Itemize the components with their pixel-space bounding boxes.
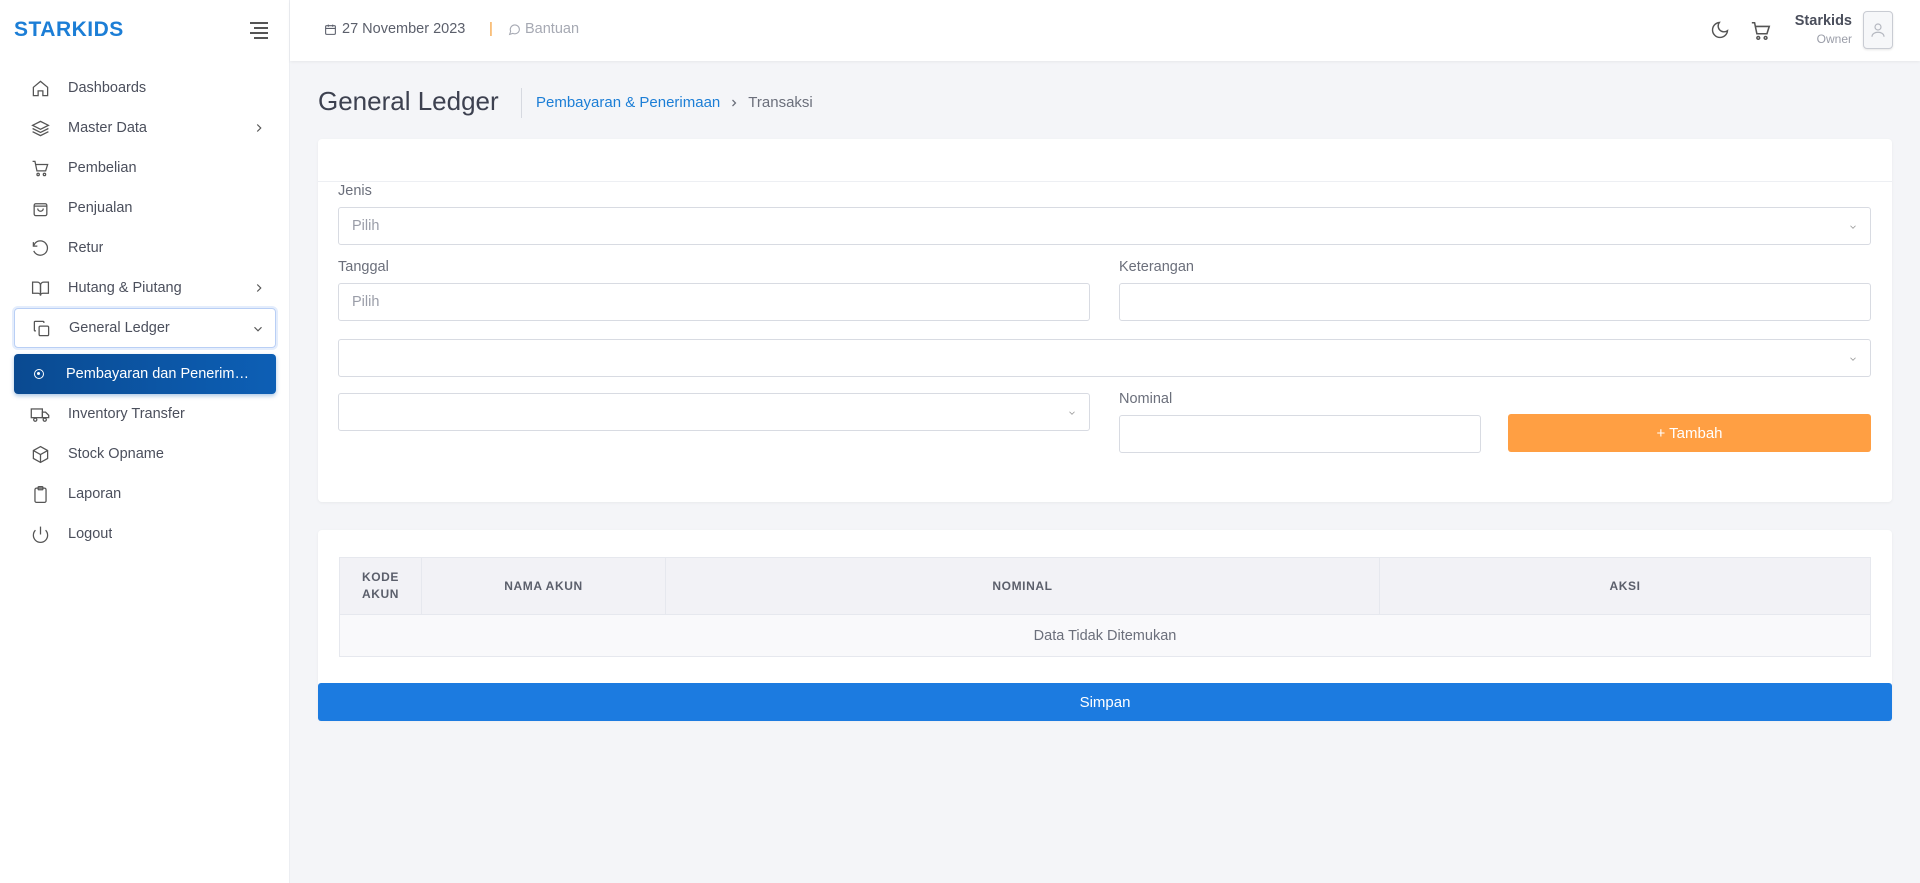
- home-icon: [30, 78, 50, 98]
- power-icon: [30, 524, 50, 544]
- chevron-right-icon: [256, 124, 262, 132]
- sidebar-item-laporan[interactable]: Laporan: [14, 474, 276, 514]
- top-bar: 27 November 2023 | Bantuan Starkids Owne…: [290, 0, 1920, 61]
- book-open-icon: [30, 278, 50, 298]
- chevron-down-icon: [1850, 357, 1856, 361]
- message-circle-icon: [508, 23, 520, 35]
- user-name: Starkids: [1794, 13, 1852, 29]
- sidebar-item-label: Logout: [68, 526, 113, 542]
- sidebar-item-label: Stock Opname: [68, 446, 164, 462]
- sidebar-item-label: General Ledger: [69, 320, 170, 336]
- akun-detail-select[interactable]: [338, 393, 1090, 431]
- sidebar-item-inventory-transfer[interactable]: Inventory Transfer: [14, 394, 276, 434]
- jenis-select[interactable]: Pilih: [338, 207, 1871, 245]
- tanggal-label: Tanggal: [338, 259, 389, 275]
- breadcrumb-current: Transaksi: [748, 94, 813, 111]
- user-icon: [1871, 23, 1885, 37]
- tanggal-input[interactable]: Pilih: [338, 283, 1090, 321]
- moon-icon[interactable]: [1710, 20, 1730, 40]
- chevron-down-icon: [1850, 225, 1856, 229]
- table-row: Data Tidak Ditemukan: [339, 614, 1871, 657]
- truck-icon: [30, 404, 50, 424]
- jenis-select-value: Pilih: [352, 218, 380, 234]
- current-date: 27 November 2023: [324, 21, 465, 37]
- akun-select[interactable]: [338, 339, 1871, 377]
- layers-icon: [30, 118, 50, 138]
- transaction-form-card: Jenis Pilih Tanggal Pilih Keterangan Nom…: [318, 139, 1892, 502]
- sidebar-item-label: Penjualan: [68, 200, 133, 216]
- sidebar-item-label: Dashboards: [68, 80, 147, 96]
- save-button[interactable]: Simpan: [318, 683, 1892, 721]
- help-label: Bantuan: [525, 21, 580, 37]
- copy-icon: [31, 318, 51, 338]
- menu-toggle-icon[interactable]: [250, 22, 268, 39]
- sidebar-item-hutang-piutang[interactable]: Hutang & Piutang: [14, 268, 276, 308]
- help-link[interactable]: Bantuan: [508, 21, 579, 37]
- sidebar-item-label: Retur: [68, 240, 104, 256]
- sidebar-item-retur[interactable]: Retur: [14, 228, 276, 268]
- sidebar-item-penjualan[interactable]: Penjualan: [14, 188, 276, 228]
- sidebar-item-general-ledger[interactable]: General Ledger: [14, 308, 276, 348]
- column-header-kode-akun: KODE AKUN: [339, 557, 422, 615]
- sidebar-item-dashboards[interactable]: Dashboards: [14, 68, 276, 108]
- breadcrumb: Pembayaran & Penerimaan Transaksi: [536, 94, 813, 111]
- sidebar-item-pembelian[interactable]: Pembelian: [14, 148, 276, 188]
- sidebar-item-stock-opname[interactable]: Stock Opname: [14, 434, 276, 474]
- sidebar-item-master-data[interactable]: Master Data: [14, 108, 276, 148]
- chevron-right-icon: [732, 99, 737, 106]
- sidebar-item-label: Pembayaran dan Penerimaan: [66, 366, 256, 382]
- keterangan-label: Keterangan: [1119, 259, 1194, 275]
- brand-logo[interactable]: STARKIDS: [14, 18, 124, 42]
- sidebar-item-pembayaran-penerimaan[interactable]: Pembayaran dan Penerimaan: [14, 354, 276, 394]
- chevron-down-icon: [254, 326, 262, 332]
- sidebar-item-logout[interactable]: Logout: [14, 514, 276, 554]
- sidebar-item-label: Inventory Transfer: [68, 406, 185, 422]
- page-title: General Ledger: [318, 86, 499, 116]
- sidebar: STARKIDS Dashboards Master Data Pembelia…: [0, 0, 290, 883]
- sidebar-item-label: Pembelian: [68, 160, 137, 176]
- breadcrumb-link[interactable]: Pembayaran & Penerimaan: [536, 94, 720, 111]
- box-icon: [30, 444, 50, 464]
- breadcrumb-divider: [521, 88, 522, 118]
- column-header-nama-akun: NAMA AKUN: [421, 557, 666, 615]
- add-button[interactable]: + Tambah: [1508, 414, 1871, 452]
- clipboard-icon: [30, 484, 50, 504]
- column-header-aksi: AKSI: [1379, 557, 1871, 615]
- card-header-divider: [318, 181, 1892, 182]
- table-header-row: KODE AKUN NAMA AKUN NOMINAL AKSI: [339, 557, 1871, 615]
- cart-icon: [30, 158, 50, 178]
- shopping-bag-icon: [30, 198, 50, 218]
- chevron-right-icon: [256, 284, 262, 292]
- sidebar-item-label: Hutang & Piutang: [68, 280, 182, 296]
- jenis-label: Jenis: [338, 183, 372, 199]
- cart-icon[interactable]: [1750, 20, 1772, 42]
- sidebar-item-label: Laporan: [68, 486, 122, 502]
- sidebar-nav: Dashboards Master Data Pembelian Penjual…: [14, 68, 276, 554]
- date-separator: |: [489, 20, 493, 37]
- chevron-down-icon: [1069, 411, 1075, 415]
- avatar[interactable]: [1863, 11, 1893, 49]
- date-text: 27 November 2023: [342, 21, 466, 37]
- circle-dot-icon: [34, 369, 44, 379]
- calendar-icon: [325, 24, 336, 35]
- nominal-label: Nominal: [1119, 391, 1173, 407]
- rotate-ccw-icon: [30, 238, 50, 258]
- tanggal-placeholder: Pilih: [352, 294, 380, 310]
- sidebar-item-label: Master Data: [68, 120, 147, 136]
- column-header-nominal: NOMINAL: [665, 557, 1380, 615]
- entries-table: KODE AKUN NAMA AKUN NOMINAL AKSI Data Ti…: [339, 557, 1871, 657]
- keterangan-input[interactable]: [1119, 283, 1871, 321]
- user-role: Owner: [1816, 32, 1852, 46]
- empty-state-text: Data Tidak Ditemukan: [339, 614, 1871, 657]
- nominal-input[interactable]: [1119, 415, 1481, 453]
